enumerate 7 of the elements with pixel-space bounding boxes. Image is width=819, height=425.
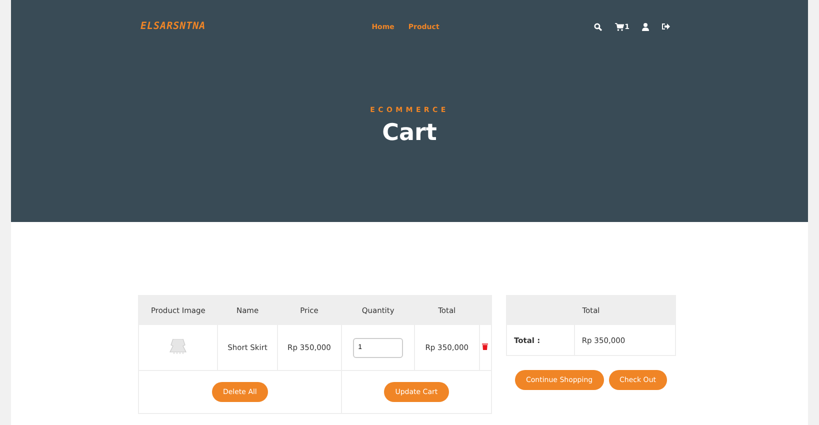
skirt-image xyxy=(168,338,188,354)
user-icon[interactable] xyxy=(642,22,650,30)
logo[interactable]: ELSARSNTNA xyxy=(140,21,290,32)
logout-icon[interactable] xyxy=(662,23,670,30)
page-title: Cart xyxy=(382,120,437,146)
trash-icon[interactable] xyxy=(482,343,488,350)
search-icon[interactable] xyxy=(594,22,602,30)
